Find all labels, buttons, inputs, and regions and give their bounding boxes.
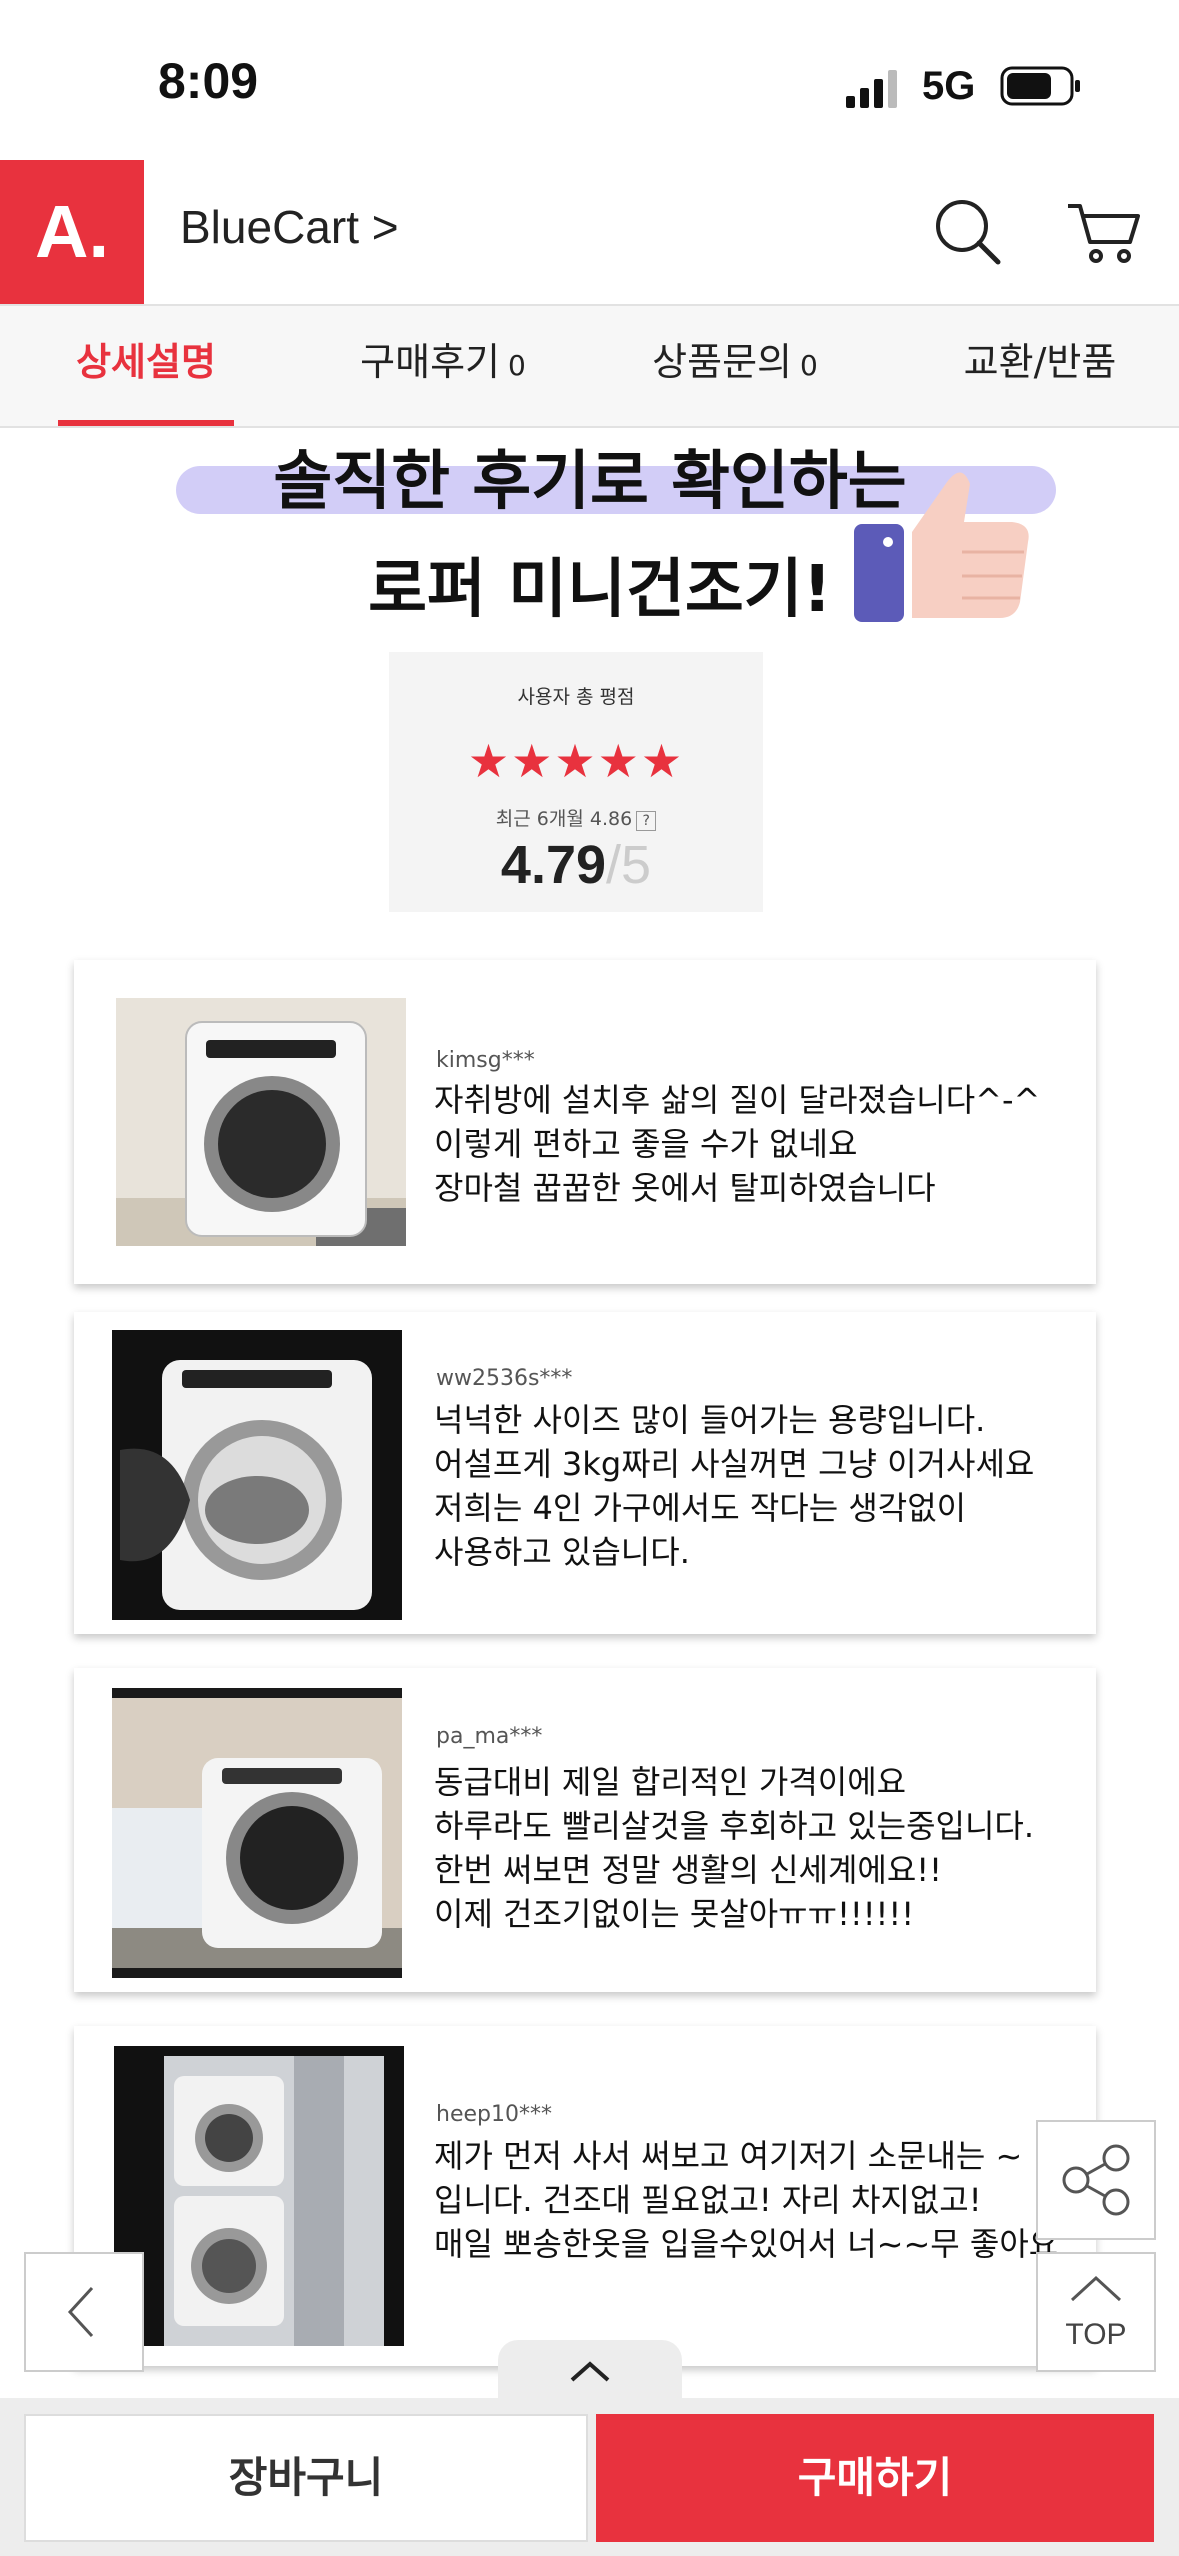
cart-icon[interactable]: [1064, 196, 1144, 268]
review-line: 이제 건조기없이는 못살아ㅠㅠ!!!!!!: [434, 1895, 915, 1933]
score-total: /5: [606, 835, 652, 895]
review-photo: [114, 2046, 404, 2346]
tab-count: 0: [508, 349, 526, 382]
review-line: 이렇게 편하고 좋을 수가 없네요: [434, 1125, 858, 1163]
store-logo[interactable]: A.: [0, 160, 144, 304]
thumbs-up-icon: [854, 472, 1029, 622]
detail-tabs: 상세설명 구매후기 0 상품문의 0 교환/반품: [0, 306, 1179, 428]
scroll-top-button[interactable]: TOP: [1036, 2252, 1156, 2372]
tab-label: 구매후기: [360, 340, 500, 384]
expand-handle[interactable]: [498, 2340, 682, 2402]
review-text: 제가 먼저 사서 써보고 여기저기 소문내는 ~ 입니다. 건조대 필요없고! …: [434, 2134, 1074, 2266]
share-button[interactable]: [1036, 2120, 1156, 2240]
review-line: 사용하고 있습니다.: [434, 1533, 690, 1571]
banner-line2: 로퍼 미니건조기!: [368, 553, 832, 627]
tab-label: 교환/반품: [963, 340, 1117, 384]
signal-icon: [846, 70, 897, 108]
review-line: 하루라도 빨리살것을 후회하고 있는중입니다.: [434, 1807, 1035, 1845]
reviewer-name: kimsg***: [436, 1048, 535, 1073]
review-text: 넉넉한 사이즈 많이 들어가는 용량입니다. 어설프게 3kg짜리 사실꺼면 그…: [434, 1398, 1034, 1574]
tab-description[interactable]: 상세설명: [58, 306, 234, 426]
network-label: 5G: [922, 64, 976, 108]
review-line: 어설프게 3kg짜리 사실꺼면 그냥 이거사세요: [434, 1445, 1035, 1483]
tab-qna[interactable]: 상품문의 0: [640, 306, 830, 426]
tab-label: 상품문의: [652, 340, 792, 384]
status-time: 8:09: [158, 53, 259, 109]
review-line: 자취방에 설치후 삶의 질이 달라졌습니다^-^: [434, 1081, 1041, 1119]
share-icon: [1062, 2144, 1130, 2216]
review-card: heep10*** 제가 먼저 사서 써보고 여기저기 소문내는 ~ 입니다. …: [74, 2026, 1096, 2366]
chevron-up-icon: [570, 2361, 610, 2382]
tab-exchange-return[interactable]: 교환/반품: [940, 306, 1140, 426]
dryer-photo-image: [116, 998, 406, 1246]
tab-label: 상세설명: [76, 340, 216, 384]
dryer-photo-image: [112, 1688, 402, 1978]
app-header: A. BlueCart >: [0, 160, 1179, 306]
tab-count: 0: [800, 349, 818, 382]
reviewer-name: pa_ma***: [436, 1724, 543, 1749]
review-photo: [116, 998, 406, 1246]
review-photo: [112, 1330, 402, 1620]
buy-now-button[interactable]: 구매하기: [596, 2414, 1154, 2542]
add-to-cart-button[interactable]: 장바구니: [24, 2414, 588, 2542]
review-card: kimsg*** 자취방에 설치후 삶의 질이 달라졌습니다^-^ 이렇게 편하…: [74, 960, 1096, 1284]
tab-reviews[interactable]: 구매후기 0: [348, 306, 538, 426]
search-icon[interactable]: [932, 196, 1004, 268]
review-line: 동급대비 제일 합리적인 가격이에요: [434, 1763, 907, 1801]
chevron-left-icon: [67, 2286, 94, 2338]
banner-line1: 솔직한 후기로 확인하는: [273, 445, 907, 519]
review-line: 한번 써보면 정말 생활의 신세계에요!!: [434, 1851, 942, 1889]
status-bar: 8:09 5G: [0, 0, 1179, 160]
review-card: ww2536s*** 넉넉한 사이즈 많이 들어가는 용량입니다. 어설프게 3…: [74, 1312, 1096, 1634]
recent-rating-text: 최근 6개월 4.86: [495, 808, 633, 830]
score-value: 4.79: [500, 835, 607, 895]
review-line: 입니다. 건조대 필요없고! 자리 차지없고!: [434, 2181, 982, 2219]
review-line: 저희는 4인 가구에서도 작다는 생각없이: [434, 1489, 967, 1527]
review-card: pa_ma*** 동급대비 제일 합리적인 가격이에요 하루라도 빨리살것을 후…: [74, 1668, 1096, 1992]
review-photo: [112, 1688, 402, 1978]
review-text: 동급대비 제일 합리적인 가격이에요 하루라도 빨리살것을 후회하고 있는중입니…: [434, 1760, 1034, 1936]
review-line: 제가 먼저 사서 써보고 여기저기 소문내는 ~: [434, 2137, 1023, 2175]
reviewer-name: heep10***: [436, 2102, 552, 2127]
dryer-photo-image: [114, 2046, 404, 2346]
dryer-photo-image: [112, 1330, 402, 1620]
reviewer-name: ww2536s***: [436, 1366, 573, 1391]
rating-stars: ★★★★★: [467, 734, 685, 788]
battery-icon: [1000, 66, 1080, 106]
review-line: 넉넉한 사이즈 많이 들어가는 용량입니다.: [434, 1401, 986, 1439]
help-icon[interactable]: ?: [636, 811, 657, 831]
chevron-up-icon: [1070, 2275, 1122, 2302]
review-text: 자취방에 설치후 삶의 질이 달라졌습니다^-^ 이렇게 편하고 좋을 수가 없…: [434, 1078, 1040, 1210]
rating-summary: 사용자 총 평점 ★★★★★ 최근 6개월 4.86? 4.79/5: [389, 652, 763, 912]
rating-score: 4.79/5: [389, 834, 763, 896]
recent-rating: 최근 6개월 4.86?: [389, 804, 763, 831]
active-tab-indicator: [58, 420, 234, 426]
bottom-action-bar: 장바구니 구매하기: [0, 2398, 1179, 2556]
review-line: 장마철 꿉꿉한 옷에서 탈피하였습니다: [434, 1169, 936, 1207]
previous-button[interactable]: [24, 2252, 144, 2372]
review-line: 매일 뽀송한옷을 입을수있어서 너~~무 좋아요: [434, 2225, 1059, 2263]
rating-label: 사용자 총 평점: [517, 686, 635, 708]
store-name-link[interactable]: BlueCart >: [180, 200, 399, 254]
top-label: TOP: [1065, 2318, 1127, 2351]
